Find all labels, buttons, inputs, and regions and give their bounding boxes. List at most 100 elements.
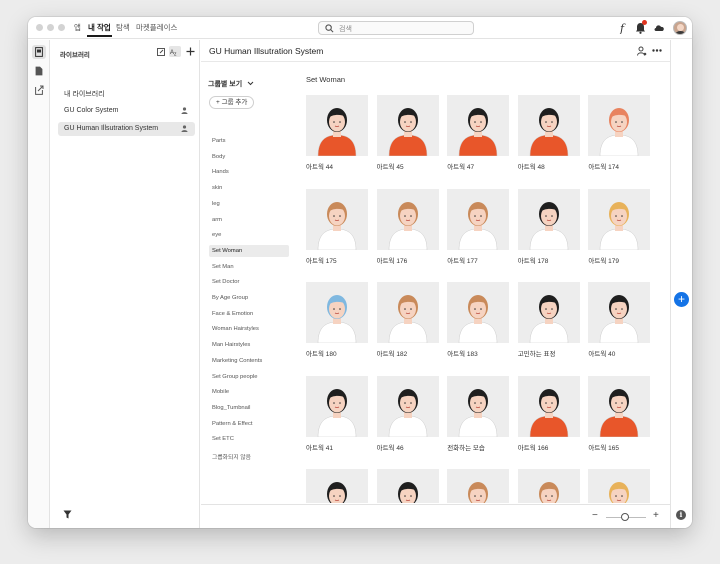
avatar[interactable] [673, 21, 687, 35]
group-item-label: Marketing Contents [212, 357, 263, 364]
search-input[interactable]: 검색 [318, 21, 474, 35]
group-item[interactable]: Set Woman [209, 244, 289, 257]
asset-thumbnail[interactable] [447, 282, 510, 343]
library-item-gu-color-system[interactable]: GU Color System [58, 104, 195, 118]
group-item[interactable]: Parts [209, 135, 289, 147]
group-item[interactable]: By Age Group [209, 292, 289, 304]
asset-label: 아트웍 178 [517, 257, 549, 265]
group-item-label: skin [212, 185, 223, 192]
library-item-gu-human-illustration[interactable]: GU Human Illsutration System [58, 122, 195, 136]
sort-az-icon: A z [170, 50, 177, 56]
group-item-label: Set Man [212, 263, 234, 270]
nav-tab-marketplace[interactable]: 마켓플레이스 [136, 22, 177, 33]
asset-thumbnail[interactable] [306, 95, 368, 156]
group-item[interactable]: Set Group people [209, 371, 289, 383]
group-item-label: 그룹화되지 않음 [212, 455, 251, 461]
asset-thumbnail[interactable] [517, 469, 580, 503]
close-window-button[interactable] [36, 24, 43, 31]
invite-user-icon[interactable] [637, 46, 647, 56]
group-item[interactable]: Blog_Tumbnail [209, 402, 289, 414]
asset-thumbnail[interactable] [447, 95, 510, 156]
asset-thumbnail[interactable] [376, 282, 439, 343]
group-item[interactable]: Marketing Contents [209, 355, 289, 367]
asset-thumbnail[interactable] [447, 469, 510, 503]
asset-thumbnail[interactable] [376, 95, 439, 156]
zoom-out-button[interactable]: − [592, 511, 598, 521]
woman-illustration-icon [529, 108, 569, 156]
nav-tab-discover[interactable]: 탐색 [116, 22, 130, 33]
files-rail-button[interactable] [32, 64, 46, 78]
asset-thumbnail[interactable] [517, 95, 580, 156]
nav-tab-my-work[interactable]: 내 작업 [87, 22, 112, 37]
asset-thumbnail[interactable] [588, 469, 651, 503]
group-item[interactable]: leg [209, 198, 289, 210]
asset-thumbnail[interactable] [588, 282, 651, 343]
asset-thumbnail[interactable] [306, 469, 368, 503]
group-item[interactable]: Face & Emotion [209, 308, 289, 320]
group-item[interactable]: Set Man [209, 261, 289, 273]
group-item[interactable]: skin [209, 182, 289, 194]
cloud-icon[interactable] [653, 22, 665, 34]
asset-label: 아트웍 179 [588, 257, 619, 265]
group-item-label: Body [212, 153, 226, 160]
group-item[interactable]: Woman Hairstyles [209, 323, 289, 335]
asset-thumbnail[interactable] [376, 188, 439, 250]
woman-illustration-icon [388, 295, 427, 343]
group-item[interactable]: 그룹화되지 않음 [209, 449, 289, 461]
asset-thumbnail[interactable] [306, 282, 368, 343]
woman-illustration-icon [317, 201, 357, 250]
add-group-button[interactable]: + 그룹 추가 [209, 96, 255, 109]
zoom-slider-handle[interactable] [621, 513, 629, 521]
group-item[interactable]: Hands [209, 166, 289, 178]
asset-thumbnail[interactable] [588, 95, 651, 156]
asset-thumbnail[interactable] [588, 188, 651, 250]
asset-thumbnail[interactable] [517, 375, 580, 437]
asset-label: 아트웍 165 [588, 444, 619, 452]
new-window-icon[interactable] [157, 48, 165, 56]
group-item[interactable]: Set ETC [209, 433, 289, 445]
info-icon[interactable]: i [676, 510, 686, 520]
asset-label: 아트웍 40 [588, 351, 616, 358]
asset-thumbnail[interactable] [376, 469, 439, 503]
asset-thumbnail[interactable] [376, 375, 439, 437]
woman-illustration-icon [327, 482, 347, 503]
asset-thumbnail[interactable] [588, 375, 651, 437]
group-item[interactable]: Man Hairstyles [209, 339, 289, 351]
group-item[interactable]: Mobile [209, 386, 289, 398]
more-options-icon[interactable] [652, 49, 662, 52]
fonts-icon[interactable]: f [619, 22, 627, 34]
asset-thumbnail[interactable] [517, 188, 580, 250]
woman-illustration-icon [317, 388, 357, 437]
group-view-dropdown[interactable]: 그룹별 보기 [208, 79, 254, 89]
add-library-icon[interactable] [186, 47, 195, 56]
group-item-label: leg [212, 200, 220, 207]
library-item-my-library[interactable]: 내 라이브러리 [58, 86, 195, 100]
asset-thumbnail[interactable] [306, 188, 368, 250]
zoom-window-button[interactable] [58, 24, 65, 31]
add-asset-button[interactable]: + [674, 292, 689, 307]
minimize-window-button[interactable] [47, 24, 54, 31]
asset-thumbnail[interactable] [517, 282, 580, 343]
shared-user-icon [181, 107, 188, 114]
group-item[interactable]: eye [209, 229, 289, 241]
group-view-label: 그룹별 보기 [208, 81, 243, 88]
asset-thumbnail[interactable] [447, 188, 510, 250]
asset-label: 아트웍 166 [517, 444, 549, 452]
group-item[interactable]: Set Doctor [209, 276, 289, 288]
nav-tab-apps[interactable]: 앱 [74, 22, 81, 33]
asset-label: 아트웍 175 [306, 257, 337, 265]
libraries-rail-button[interactable] [32, 45, 46, 59]
group-item-label: arm [212, 216, 222, 223]
shared-rail-button[interactable] [32, 83, 46, 97]
group-item[interactable]: Body [209, 151, 289, 163]
zoom-in-button[interactable]: + [653, 511, 659, 521]
group-item[interactable]: Pattern & Effect [209, 418, 289, 430]
asset-thumbnail[interactable] [306, 375, 368, 437]
asset-thumbnail[interactable] [447, 375, 510, 437]
woman-illustration-icon [388, 108, 427, 156]
group-item[interactable]: arm [209, 214, 289, 226]
sort-button[interactable]: A z [169, 46, 181, 57]
search-icon [325, 24, 334, 33]
filter-icon[interactable] [63, 510, 72, 519]
plus-icon: + [216, 99, 220, 106]
